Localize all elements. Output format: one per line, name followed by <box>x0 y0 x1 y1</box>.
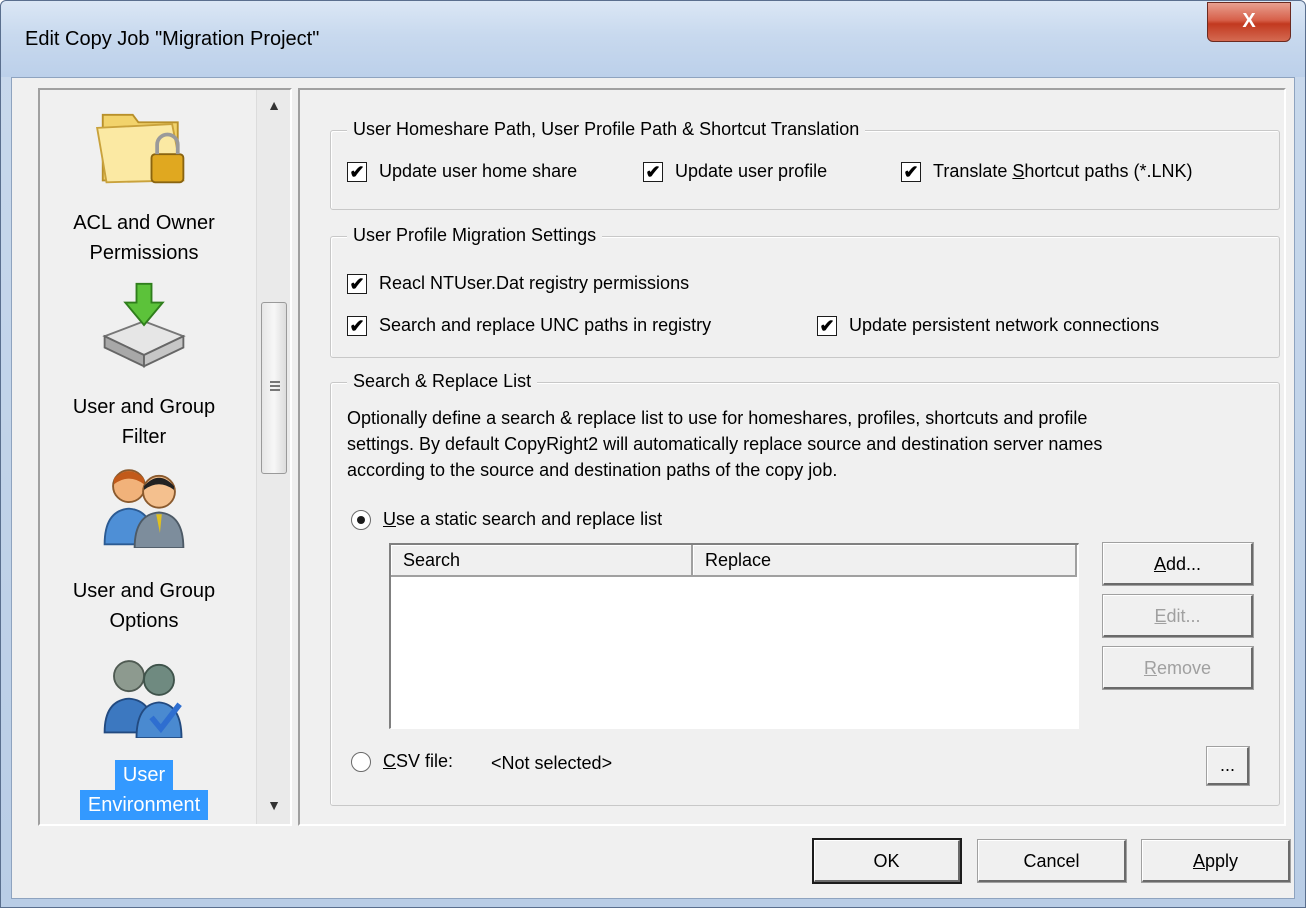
nav-scrollbar[interactable]: ▲ ▼ <box>256 90 290 824</box>
tray-download-icon <box>102 282 186 368</box>
table-header: Search Replace <box>391 545 1077 577</box>
update-network-connections-checkbox[interactable]: ✔ Update persistent network connections <box>817 315 1159 336</box>
nav-label-text: Environment <box>79 790 209 820</box>
search-replace-unc-checkbox[interactable]: ✔ Search and replace UNC paths in regist… <box>347 315 711 336</box>
add-button[interactable]: Add... <box>1103 543 1253 585</box>
description-line: settings. By default CopyRight2 will aut… <box>347 434 1103 454</box>
checkbox-label: Search and replace UNC paths in registry <box>379 315 712 335</box>
checkmark-icon: ✔ <box>347 161 367 182</box>
update-home-share-checkbox[interactable]: ✔ Update user home share <box>347 161 577 182</box>
grip-icon <box>270 381 280 391</box>
column-header-search[interactable]: Search <box>391 545 693 577</box>
browse-csv-button[interactable]: ... <box>1207 747 1249 785</box>
nav-item-user-environment[interactable]: User Environment <box>40 642 248 824</box>
group-search-replace-list: Search & Replace List Optionally define … <box>330 371 1280 806</box>
checkmark-icon: ✔ <box>817 315 837 336</box>
apply-button[interactable]: Apply <box>1142 840 1290 882</box>
checkbox-label: Translate Shortcut paths (*.LNK) <box>933 161 1193 181</box>
radio-unselected-icon <box>351 751 371 772</box>
nav-label-selected: Environment <box>40 790 248 820</box>
category-list: ACL and Owner Permissions User and Group… <box>38 88 292 826</box>
group-homeshare-translation: User Homeshare Path, User Profile Path &… <box>330 119 1280 210</box>
checkmark-icon: ✔ <box>347 273 367 294</box>
ok-button[interactable]: OK <box>814 840 960 882</box>
checkbox-label: Update user home share <box>379 161 578 181</box>
scroll-thumb[interactable] <box>261 302 287 474</box>
edit-button[interactable]: Edit... <box>1103 595 1253 637</box>
settings-panel: User Homeshare Path, User Profile Path &… <box>298 88 1286 826</box>
group-title: User Homeshare Path, User Profile Path &… <box>347 119 866 140</box>
nav-item-user-group-filter[interactable]: User and Group Filter <box>40 274 248 454</box>
scroll-down-arrow-icon[interactable]: ▼ <box>257 790 291 820</box>
csv-file-path: <Not selected> <box>491 753 613 773</box>
remove-button[interactable]: Remove <box>1103 647 1253 689</box>
users-icon <box>103 469 185 548</box>
nav-label: Filter <box>121 426 167 448</box>
checkmark-icon: ✔ <box>901 161 921 182</box>
nav-label: ACL and Owner <box>73 212 215 234</box>
cancel-button[interactable]: Cancel <box>978 840 1126 882</box>
description-line: Optionally define a search & replace lis… <box>347 408 1088 428</box>
translate-shortcut-paths-checkbox[interactable]: ✔ Translate Shortcut paths (*.LNK) <box>901 161 1192 182</box>
checkbox-label: Update persistent network connections <box>849 315 1160 335</box>
nav-label-selected: User <box>40 760 248 790</box>
scroll-up-arrow-icon[interactable]: ▲ <box>257 90 291 120</box>
close-button[interactable]: X <box>1207 2 1291 42</box>
description-line: according to the source and destination … <box>347 460 838 480</box>
group-title: Search & Replace List <box>347 371 538 392</box>
nav-label: Permissions <box>89 242 199 264</box>
checkbox-label: Reacl NTUser.Dat registry permissions <box>379 273 690 293</box>
nav-label-text: User <box>114 760 174 790</box>
static-list-radio[interactable]: Use a static search and replace list <box>351 509 662 530</box>
nav-item-user-group-options[interactable]: User and Group Options <box>40 458 248 638</box>
window-title: Edit Copy Job "Migration Project" <box>25 28 320 50</box>
checkbox-label: Update user profile <box>675 161 828 181</box>
dialog-client-area: ACL and Owner Permissions User and Group… <box>11 77 1295 899</box>
nav-label: User and Group <box>72 396 216 418</box>
column-header-replace[interactable]: Replace <box>693 545 1077 577</box>
checkmark-icon: ✔ <box>643 161 663 182</box>
nav-label: Options <box>109 610 179 632</box>
checkmark-icon: ✔ <box>347 315 367 336</box>
update-user-profile-checkbox[interactable]: ✔ Update user profile <box>643 161 827 182</box>
csv-file-radio[interactable]: CSV file: <box>351 751 453 772</box>
title-bar: Edit Copy Job "Migration Project" X <box>1 1 1305 77</box>
group-profile-migration: User Profile Migration Settings ✔ Reacl … <box>330 225 1280 358</box>
group-title: User Profile Migration Settings <box>347 225 603 246</box>
radio-label: CSV file: <box>383 751 454 771</box>
folder-lock-icon <box>96 113 185 184</box>
user-environment-icon <box>103 660 183 738</box>
reacl-ntuser-checkbox[interactable]: ✔ Reacl NTUser.Dat registry permissions <box>347 273 689 294</box>
nav-item-acl-permissions[interactable]: ACL and Owner Permissions <box>40 90 248 270</box>
radio-selected-icon <box>351 509 371 530</box>
nav-label: User and Group <box>72 580 216 602</box>
search-replace-table[interactable]: Search Replace <box>389 543 1079 729</box>
radio-label: Use a static search and replace list <box>383 509 663 529</box>
dialog-window: Edit Copy Job "Migration Project" X ACL … <box>0 0 1306 908</box>
